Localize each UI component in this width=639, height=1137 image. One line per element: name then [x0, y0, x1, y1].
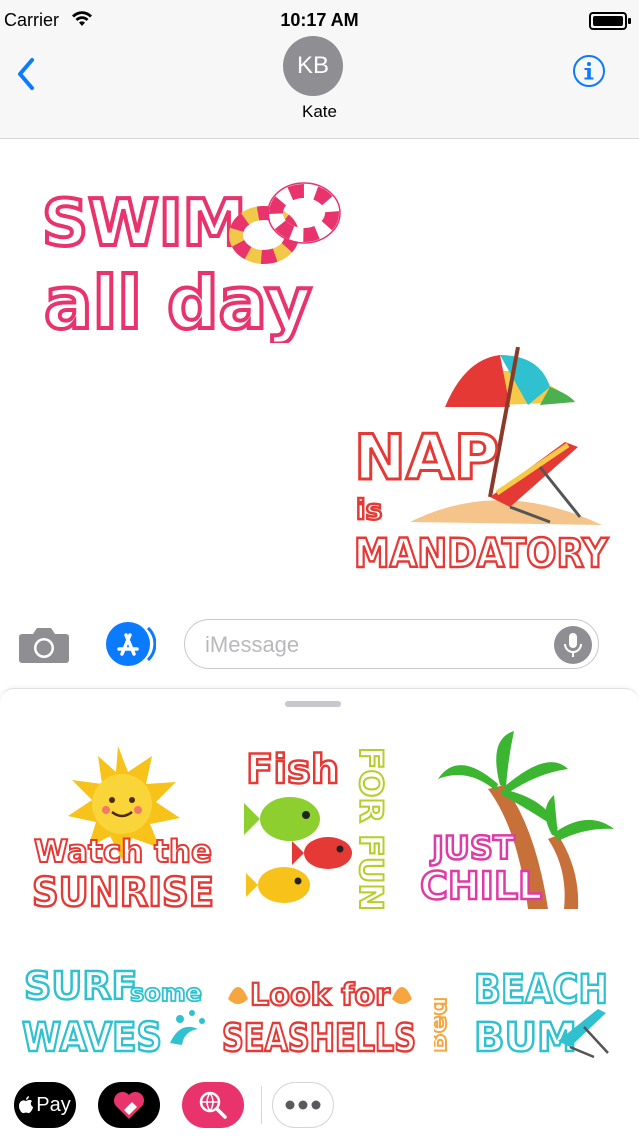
- fish-for-fun-sticker[interactable]: Fish FOR FUN: [240, 739, 395, 919]
- seashell-icon: [392, 987, 412, 1004]
- app-drawer-dock: Pay: [0, 1074, 639, 1136]
- look-for-seashells-sticker[interactable]: Look for SEASHELLS: [220, 969, 420, 1059]
- digital-touch-app[interactable]: [98, 1082, 160, 1128]
- battery-icon: [589, 12, 631, 30]
- microphone-icon: [564, 633, 582, 657]
- apple-pay-label: Pay: [36, 1093, 71, 1116]
- status-bar: Carrier 10:17 AM: [0, 0, 639, 40]
- message-input[interactable]: [203, 630, 547, 660]
- sticker-text: MANDATORY: [354, 531, 609, 577]
- sticker-text: is: [356, 493, 382, 526]
- sticker-text: some: [130, 979, 202, 1007]
- sticker-text: SURF: [24, 964, 137, 1008]
- sticker-text: BUM: [474, 1015, 577, 1061]
- contact-name[interactable]: Kate: [0, 102, 639, 122]
- surf-some-waves-sticker[interactable]: SURF some WAVES: [20, 959, 210, 1059]
- dock-divider: [261, 1086, 262, 1124]
- clock: 10:17 AM: [280, 10, 359, 30]
- fish-icon: [246, 867, 310, 903]
- sticker-text: all day: [44, 261, 312, 343]
- apple-icon: [19, 1096, 34, 1114]
- nap-is-mandatory-sticker[interactable]: NAP is MANDATORY: [350, 347, 612, 577]
- fish-icon: [292, 837, 352, 869]
- sticker-text: BEACH: [474, 967, 608, 1013]
- sticker-text: SWIM: [42, 187, 246, 261]
- message-thread: SWIM all day NAP is MANDATORY: [0, 139, 639, 599]
- just-chill-sticker[interactable]: JUST CHILL: [418, 729, 618, 919]
- sticker-text: FOR FUN: [352, 747, 390, 911]
- globe-search-icon: [199, 1091, 227, 1119]
- contact-avatar[interactable]: KB: [283, 36, 343, 96]
- more-apps-button[interactable]: [272, 1082, 334, 1128]
- watch-the-sunrise-sticker[interactable]: Watch the SUNRISE: [30, 744, 220, 914]
- sticker-text: Watch the: [34, 834, 212, 870]
- message-input-container: [184, 619, 599, 669]
- swim-all-day-sticker[interactable]: SWIM all day: [36, 173, 346, 343]
- sticker-text: Bed: [434, 997, 453, 1053]
- ellipsis-icon: [285, 1100, 321, 1110]
- heart-icon: [113, 1091, 145, 1119]
- compose-bar: [0, 600, 639, 688]
- sticker-text: SUNRISE: [32, 870, 214, 914]
- fish-icon: [244, 797, 320, 841]
- swim-ring-icon: [229, 182, 341, 264]
- sticker-text: SEASHELLS: [222, 1016, 416, 1059]
- sticker-text: WAVES: [22, 1015, 162, 1059]
- sticker-text: JUST: [430, 829, 515, 867]
- conversation-header: KB Kate: [0, 36, 639, 139]
- avatar-initials: KB: [296, 52, 329, 79]
- sticker-text: CHILL: [420, 864, 542, 908]
- microphone-button[interactable]: [554, 626, 592, 664]
- sticker-text: Fish: [246, 747, 339, 793]
- web-images-app[interactable]: [182, 1082, 244, 1128]
- camera-icon[interactable]: [18, 624, 70, 664]
- drawer-grabber[interactable]: [285, 701, 341, 707]
- back-chevron-icon[interactable]: [12, 54, 42, 94]
- apple-pay-app[interactable]: Pay: [14, 1082, 76, 1128]
- sticker-text: NAP: [354, 421, 499, 494]
- sticker-app-drawer: Watch the SUNRISE Fish FOR FUN JUST CHIL…: [0, 688, 639, 1137]
- beach-bum-sticker[interactable]: Bed BEACH BUM: [434, 961, 614, 1061]
- app-store-icon[interactable]: [102, 622, 156, 666]
- info-icon[interactable]: [572, 54, 606, 88]
- seashell-icon: [228, 987, 248, 1004]
- wave-splash-icon: [170, 1010, 205, 1045]
- sticker-text: Look for: [250, 978, 390, 1013]
